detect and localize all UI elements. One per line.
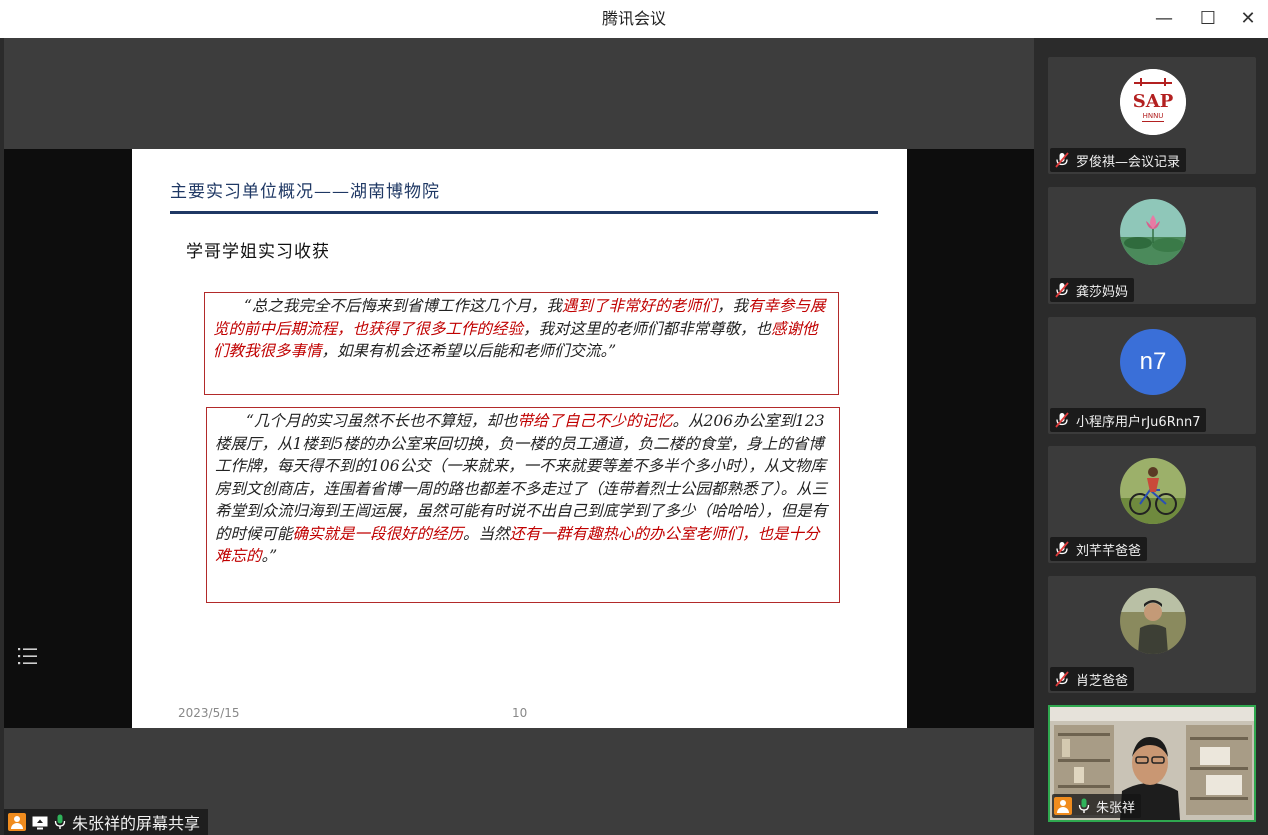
quote-segment: ，我对这里的老师们都非常尊敬，也 (523, 319, 772, 338)
quote-box-2: “几个月的实习虽然不长也不算短，却也带给了自己不少的记忆。从206办公室到123… (206, 407, 840, 603)
presentation-slide: 主要实习单位概况——湖南博物院 学哥学姐实习收获 “总之我完全不后悔来到省博工作… (132, 149, 907, 728)
heading-divider (170, 211, 878, 214)
bicycle-photo-icon (1120, 458, 1186, 524)
list-menu-icon[interactable] (16, 644, 40, 668)
quote-segment: 。” (261, 547, 278, 565)
quote-highlight: 确实就是一段很好的经历 (292, 524, 464, 543)
participant-name: 刘芊芊爸爸 (1076, 543, 1142, 559)
participant-nametag: 刘芊芊爸爸 (1050, 537, 1148, 561)
quote-highlight: 带给了自己不少的记忆 (517, 412, 673, 430)
minimize-button[interactable]: — (1142, 0, 1186, 38)
participant-nametag: 肖芝爸爸 (1050, 667, 1135, 691)
screen-share-label: 朱张祥的屏幕共享 (4, 809, 209, 835)
participant-name: 肖芝爸爸 (1076, 673, 1129, 689)
sap-logo-icon: SAP HNNU (1120, 69, 1186, 135)
svg-text:SAP: SAP (1133, 91, 1174, 112)
quote-segment: 。当然 (463, 524, 510, 543)
self-video-tile[interactable]: 朱张祥 (1048, 705, 1256, 822)
close-button[interactable]: ✕ (1226, 0, 1268, 38)
person-icon (8, 813, 26, 831)
svg-text:HNNU: HNNU (1143, 112, 1164, 120)
title-bar: 腾讯会议 — ☐ ✕ (0, 0, 1268, 38)
self-name: 朱张祥 (1096, 800, 1136, 816)
quote-text: “几个月的实习虽然不长也不算短，却也带给了自己不少的记忆。从206办公室到123… (215, 410, 831, 568)
avatar (1120, 199, 1186, 265)
participant-nametag: 龚莎妈妈 (1050, 278, 1135, 302)
slide-subheading: 学哥学姐实习收获 (186, 242, 330, 262)
stage-top-area (4, 38, 1034, 149)
quote-segment: ，如果有机会还希望以后能和老师们交流。” (321, 342, 617, 360)
participants-panel: SAP HNNU 罗俊祺—会议记录 龚莎妈妈 n7 小程序用户rJu6Rnn7 … (1036, 38, 1268, 835)
avatar: SAP HNNU (1120, 69, 1186, 135)
person-icon (1054, 797, 1072, 815)
quote-box-1: “总之我完全不后悔来到省博工作这几个月，我遇到了非常好的老师们，我有幸参与展览的… (204, 292, 839, 395)
window-title: 腾讯会议 (601, 9, 666, 28)
screen-share-icon (32, 815, 48, 830)
man-photo-icon (1120, 588, 1186, 654)
slide-page-number: 10 (512, 706, 528, 720)
microphone-icon (1078, 798, 1090, 814)
microphone-icon (54, 814, 66, 830)
quote-segment: “几个月的实习虽然不长也不算短，却也 (246, 412, 518, 430)
avatar (1120, 588, 1186, 654)
mic-muted-icon (1054, 671, 1070, 687)
participant-tile[interactable]: SAP HNNU 罗俊祺—会议记录 (1048, 57, 1256, 174)
avatar (1120, 458, 1186, 524)
participant-tile[interactable]: n7 小程序用户rJu6Rnn7 (1048, 317, 1256, 434)
quote-text: “总之我完全不后悔来到省博工作这几个月，我遇到了非常好的老师们，我有幸参与展览的… (213, 295, 830, 363)
mic-muted-icon (1054, 282, 1070, 298)
participant-name: 小程序用户rJu6Rnn7 (1076, 414, 1201, 430)
participant-name: 罗俊祺—会议记录 (1076, 154, 1181, 170)
participant-tile[interactable]: 肖芝爸爸 (1048, 576, 1256, 693)
participant-tile[interactable]: 刘芊芊爸爸 (1048, 446, 1256, 563)
participant-name: 龚莎妈妈 (1076, 284, 1129, 300)
self-nametag: 朱张祥 (1052, 794, 1142, 818)
quote-segment: “总之我完全不后悔来到省博工作这几个月，我 (244, 297, 562, 315)
quote-segment: ，我 (716, 297, 748, 315)
avatar: n7 (1120, 329, 1186, 395)
mic-muted-icon (1054, 412, 1070, 428)
quote-highlight: 遇到了非常好的老师们 (561, 297, 717, 315)
maximize-button[interactable]: ☐ (1186, 0, 1230, 38)
slide-date: 2023/5/15 (178, 706, 240, 720)
mic-muted-icon (1054, 541, 1070, 557)
screen-share-stage[interactable]: 主要实习单位概况——湖南博物院 学哥学姐实习收获 “总之我完全不后悔来到省博工作… (4, 38, 1034, 835)
avatar-initials: n7 (1139, 348, 1167, 375)
participant-tile[interactable]: 龚莎妈妈 (1048, 187, 1256, 304)
quote-segment: 。从206办公室到123楼展厅，从1楼到5楼的办公室来回切换，负一楼的员工通道，… (215, 412, 828, 543)
share-owner-label: 朱张祥的屏幕共享 (72, 814, 201, 833)
slide-heading: 主要实习单位概况——湖南博物院 (170, 182, 440, 202)
mic-muted-icon (1054, 152, 1070, 168)
participant-nametag: 罗俊祺—会议记录 (1050, 148, 1187, 172)
lotus-photo-icon (1120, 199, 1186, 265)
participant-nametag: 小程序用户rJu6Rnn7 (1050, 408, 1207, 432)
